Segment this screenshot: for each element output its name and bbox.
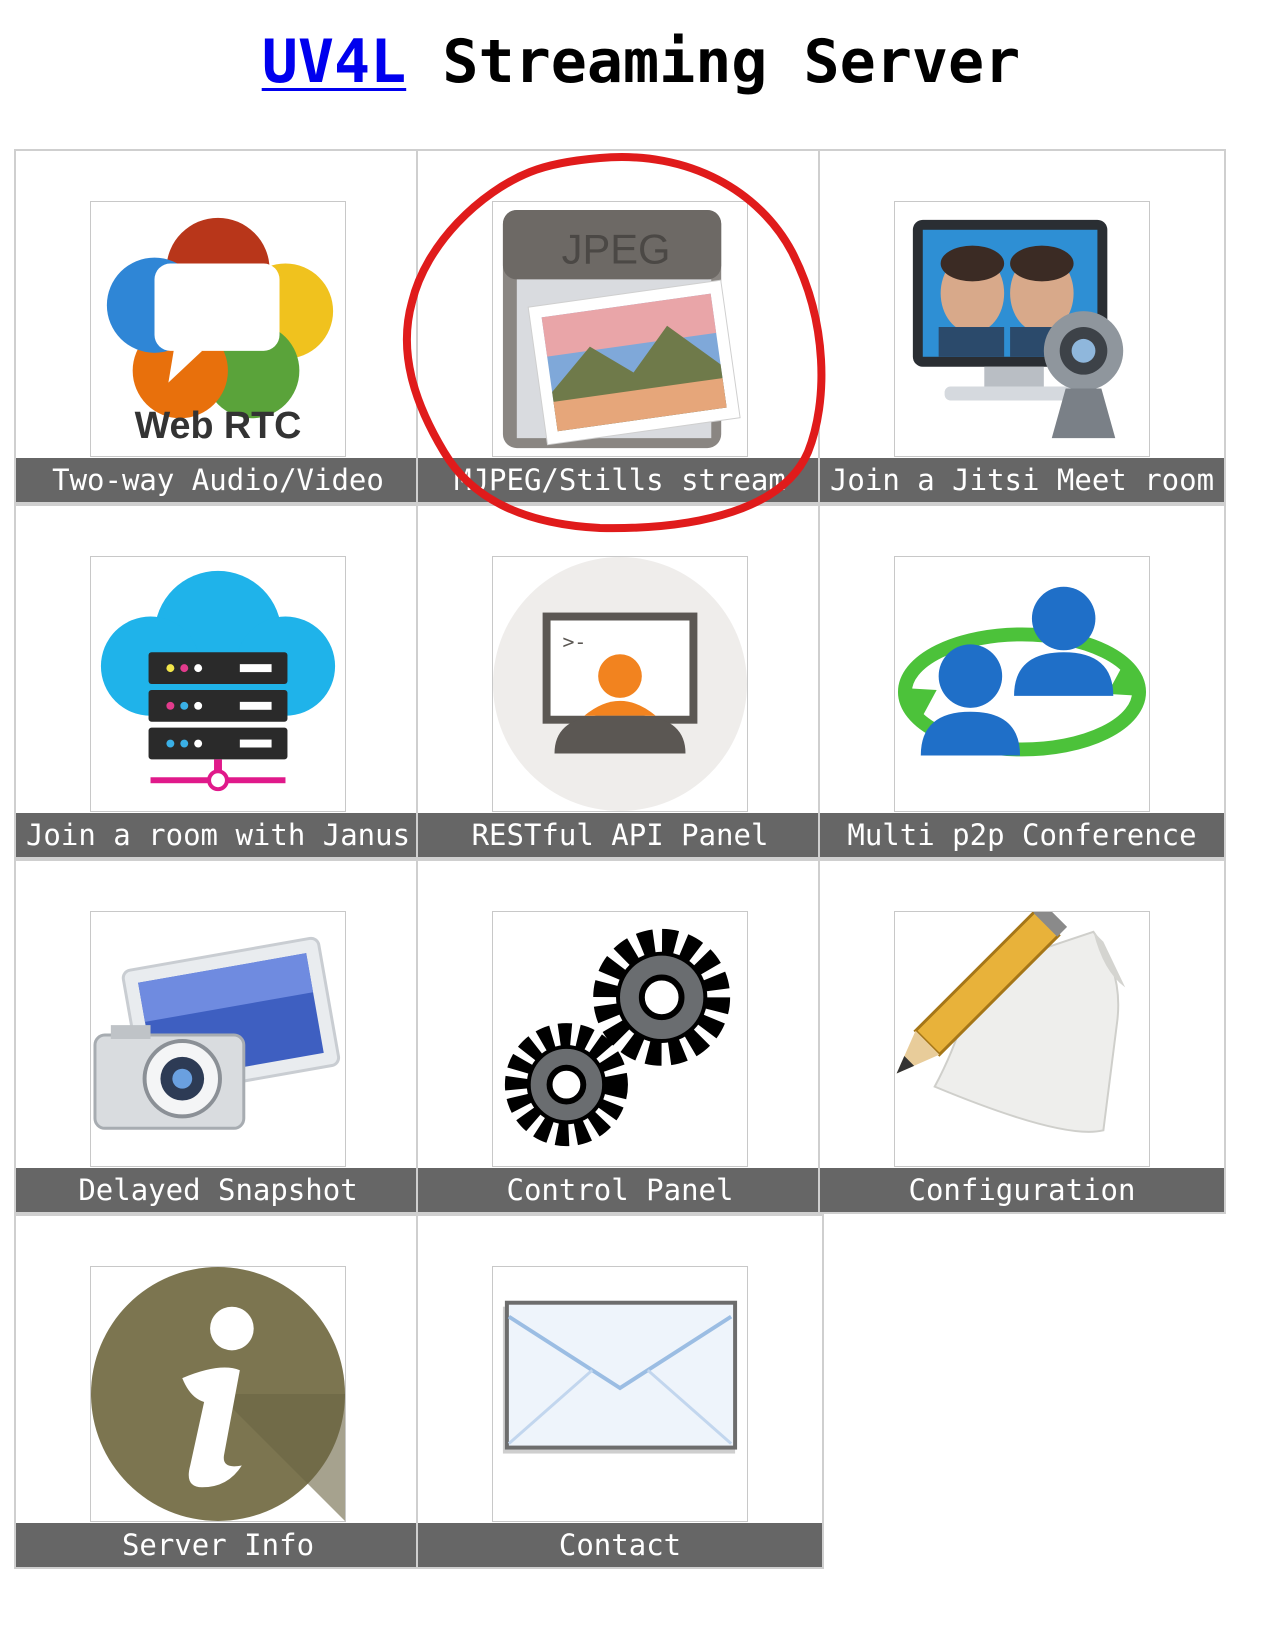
tile-label: MJPEG/Stills stream: [418, 458, 822, 502]
tile-label: Join a room with Janus: [16, 813, 420, 857]
videoconference-icon[interactable]: [894, 201, 1150, 457]
tile-multi-p2p-conference[interactable]: Multi p2p Conference: [818, 504, 1226, 859]
tile-two-way-audio-video[interactable]: Web RTC Two-way Audio/Video: [14, 149, 422, 504]
tile-label: Delayed Snapshot: [16, 1168, 420, 1212]
gears-icon[interactable]: [492, 911, 748, 1167]
tile-server-info[interactable]: Server Info: [14, 1214, 422, 1569]
tile-jitsi-meet-room[interactable]: Join a Jitsi Meet room: [818, 149, 1226, 504]
tile-contact[interactable]: Contact: [416, 1214, 824, 1569]
camera-photo-icon[interactable]: [90, 911, 346, 1167]
tile-label: RESTful API Panel: [418, 813, 822, 857]
tile-mjpeg-stills-stream[interactable]: JPEG MJPEG/Stills stream: [416, 149, 824, 504]
tile-janus-room[interactable]: Join a room with Janus: [14, 504, 422, 859]
page-title: UV4L Streaming Server: [0, 22, 1282, 102]
tile-label: Control Panel: [418, 1168, 822, 1212]
terminal-user-icon[interactable]: >-: [492, 556, 748, 812]
tile-delayed-snapshot[interactable]: Delayed Snapshot: [14, 859, 422, 1214]
tile-label: Join a Jitsi Meet room: [820, 458, 1224, 502]
info-icon[interactable]: [90, 1266, 346, 1522]
tile-label: Configuration: [820, 1168, 1224, 1212]
tile-restful-api-panel[interactable]: >- RESTful API Panel: [416, 504, 824, 859]
tile-label: Two-way Audio/Video: [16, 458, 420, 502]
tile-label: Server Info: [16, 1523, 420, 1567]
cloud-server-icon[interactable]: [90, 556, 346, 812]
jpeg-file-icon[interactable]: JPEG: [492, 201, 748, 457]
tile-label: Contact: [418, 1523, 822, 1567]
envelope-icon[interactable]: [492, 1266, 748, 1522]
pencil-paper-icon[interactable]: [894, 911, 1150, 1167]
tile-configuration[interactable]: Configuration: [818, 859, 1226, 1214]
svg-text:>-: >-: [562, 630, 586, 653]
users-sync-icon[interactable]: [894, 556, 1150, 812]
page-title-text: Streaming Server: [406, 27, 1021, 97]
tile-label: Multi p2p Conference: [820, 813, 1224, 857]
uv4l-link[interactable]: UV4L: [262, 27, 407, 97]
webrtc-logo[interactable]: Web RTC: [90, 201, 346, 457]
jpeg-badge: JPEG: [562, 226, 671, 273]
tile-control-panel[interactable]: Control Panel: [416, 859, 824, 1214]
webrtc-logo-text: Web RTC: [135, 404, 302, 446]
